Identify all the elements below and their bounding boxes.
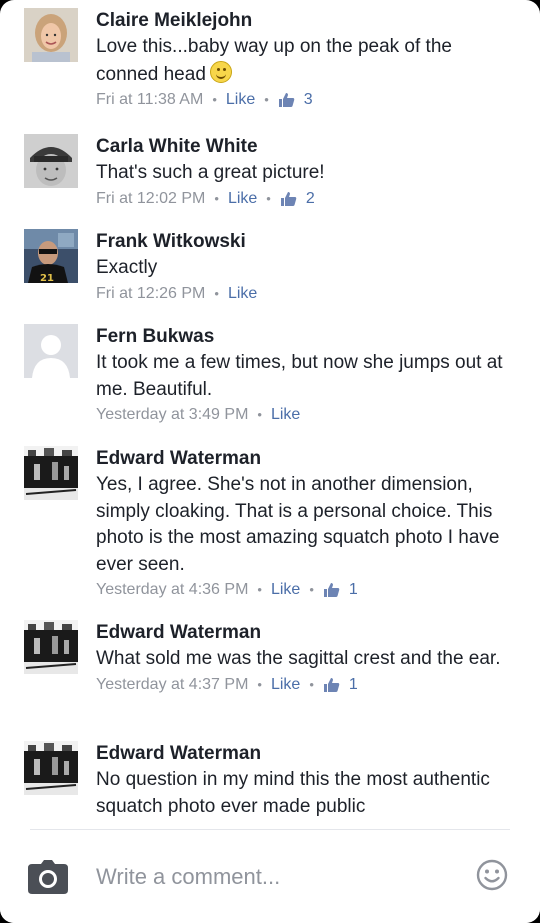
avatar-edward-image [24, 620, 78, 674]
thumbs-up-icon [323, 677, 340, 692]
avatar-edward-image [24, 446, 78, 500]
comment-meta: Yesterday at 4:36 PM • Like • 1 [96, 578, 516, 602]
comment-author[interactable]: Claire Meiklejohn [96, 8, 516, 34]
comment-meta: Fri at 11:38 AM • Like • 3 [96, 88, 516, 112]
like-button[interactable]: Like [271, 403, 300, 427]
avatar-claire-image [24, 8, 78, 62]
smiley-emoji-icon [209, 60, 232, 83]
avatar[interactable] [24, 324, 78, 378]
comment-author[interactable]: Fern Bukwas [96, 324, 516, 350]
like-button[interactable]: Like [271, 578, 300, 602]
comment-timestamp: Yesterday at 4:36 PM [96, 581, 249, 598]
comment-author[interactable]: Edward Waterman [96, 741, 516, 767]
smiley-icon[interactable] [476, 859, 508, 891]
separator-dot: • [257, 407, 262, 422]
comment-author[interactable]: Edward Waterman [96, 446, 516, 472]
comment-author[interactable]: Frank Witkowski [96, 229, 516, 255]
separator-dot: • [266, 190, 271, 206]
comment-meta: Fri at 12:02 PM • Like • 2 [96, 187, 516, 211]
comment-timestamp: Fri at 12:02 PM [96, 189, 206, 207]
comment-author[interactable]: Carla White White [96, 134, 516, 160]
separator-dot: • [264, 92, 269, 107]
avatar[interactable] [24, 134, 78, 188]
comment-timestamp: Fri at 12:26 PM [96, 284, 206, 302]
comment-meta: Fri at 12:26 PM • Like [96, 282, 516, 306]
thumbs-up-icon [323, 583, 340, 597]
like-count[interactable]: 1 [349, 673, 358, 697]
avatar[interactable] [24, 741, 78, 795]
svg-text:21: 21 [40, 273, 54, 283]
separator-dot: • [257, 676, 262, 692]
avatar[interactable] [24, 620, 78, 674]
comment-text: It took me a few times, but now she jump… [96, 352, 503, 400]
comments-screen: Claire Meiklejohn Love this...baby way u… [0, 0, 540, 923]
separator-dot: • [309, 676, 314, 692]
like-count[interactable]: 2 [306, 187, 315, 211]
separator-dot: • [309, 582, 314, 597]
comment-text: What sold me was the sagittal crest and … [96, 648, 501, 669]
comment-timestamp: Yesterday at 4:37 PM [96, 675, 249, 693]
thumbs-up-icon [278, 93, 295, 107]
avatar[interactable] [24, 446, 78, 500]
comment-text: Love this...baby way up on the peak of t… [96, 36, 452, 85]
avatar-frank-image: 21 [24, 229, 78, 283]
avatar-carla-image [24, 134, 78, 188]
comment-text: Yes, I agree. She's not in another dimen… [96, 474, 500, 575]
comment-meta: Yesterday at 3:49 PM • Like [96, 403, 516, 427]
separator-dot: • [257, 582, 262, 597]
camera-icon[interactable] [28, 860, 68, 894]
comment-timestamp: Fri at 11:38 AM [96, 91, 204, 108]
thumbs-up-icon [280, 191, 297, 206]
comment-text: That's such a great picture! [96, 162, 325, 183]
like-button[interactable]: Like [226, 88, 255, 112]
separator-dot: • [212, 92, 217, 107]
separator-dot: • [214, 190, 219, 206]
like-button[interactable]: Like [228, 282, 257, 306]
comment-input[interactable] [96, 860, 456, 894]
like-button[interactable]: Like [228, 187, 257, 211]
avatar-edward-image [24, 741, 78, 795]
comment-text: Exactly [96, 257, 158, 278]
avatar[interactable]: 21 [24, 229, 78, 283]
like-button[interactable]: Like [271, 673, 300, 697]
comment-composer [0, 830, 540, 923]
comment-text: No question in my mind this the most aut… [96, 769, 490, 817]
comment-timestamp: Yesterday at 3:49 PM [96, 406, 249, 423]
comment-meta: Yesterday at 4:37 PM • Like • 1 [96, 673, 516, 697]
comment-list[interactable]: Claire Meiklejohn Love this...baby way u… [0, 0, 540, 830]
like-count[interactable]: 1 [349, 578, 358, 602]
like-count[interactable]: 3 [304, 88, 313, 112]
separator-dot: • [214, 285, 219, 301]
avatar[interactable] [24, 8, 78, 62]
default-avatar-icon [24, 324, 78, 378]
comment-author[interactable]: Edward Waterman [96, 620, 516, 646]
